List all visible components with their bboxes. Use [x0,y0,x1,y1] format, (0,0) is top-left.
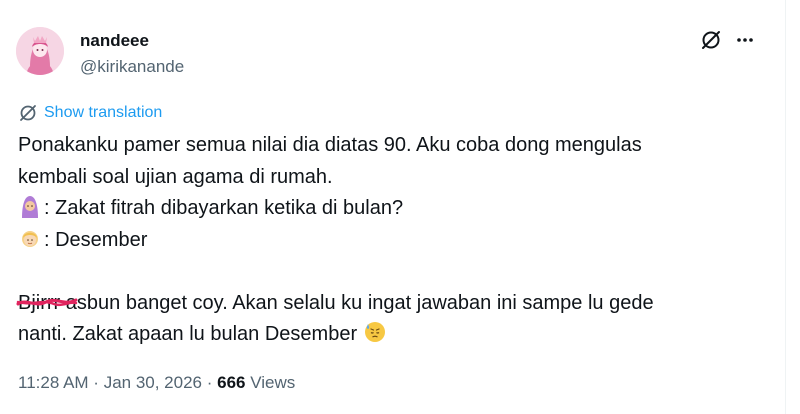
blond-child-emoji [22,230,38,247]
show-translation-link[interactable]: Show translation [18,103,162,123]
views-label: Views [245,373,296,392]
translate-globe-icon [20,105,36,121]
question-text: : Zakat fitrah dibayarkan ketika di bula… [44,197,404,219]
tweet-line-text: asbun banget coy. Akan selalu ku ingat j… [60,291,654,314]
tweet-text: Ponakanku pamer semua nilai dia diatas 9… [16,130,778,351]
user-handle[interactable]: @kirikanande [80,57,184,77]
views-count[interactable]: 666 [217,373,245,392]
scroll-gutter [786,0,800,414]
tweet-detail: nandeee @kirikanande Show translation Po… [0,0,786,414]
tweet-line: : Zakat fitrah dibayarkan ketika di bula… [18,193,778,225]
show-translation-label: Show translation [44,104,163,121]
tweet-time[interactable]: 11:28 AM [18,373,89,392]
meta-separator: · [202,373,218,392]
tweet-line: Ponakanku pamer semua nilai dia diatas 9… [18,134,642,156]
meta-separator: · [88,373,104,392]
downcast-face-with-sweat-emoji [364,322,385,342]
red-scribble-strike [16,298,78,306]
tweet-line: kembali soal ujian agama di rumah. [18,165,333,188]
tweet-line: : Desember [18,225,778,257]
tweet-meta: 11:28 AM · Jan 30, 2026 · 666 Views [18,373,295,393]
woman-with-headscarf-emoji [22,196,38,218]
tweet-line: Bjirrr asbun banget coy. Akan selalu ku … [16,288,778,320]
tweet-line-text: nanti. Zakat apaan lu bulan Desember [18,323,363,345]
more-horizontal-icon[interactable] [734,29,756,51]
answer-text: : Desember [44,228,148,251]
grok-slashed-circle-icon[interactable] [700,29,722,51]
tweet-date[interactable]: Jan 30, 2026 [104,373,202,392]
tweet-line: nanti. Zakat apaan lu bulan Desember [18,319,778,351]
avatar[interactable] [16,27,64,75]
display-name[interactable]: nandeee [80,31,149,51]
anime-girl-avatar-icon [16,27,64,75]
scribbled-word: Bjirrr [16,288,78,320]
